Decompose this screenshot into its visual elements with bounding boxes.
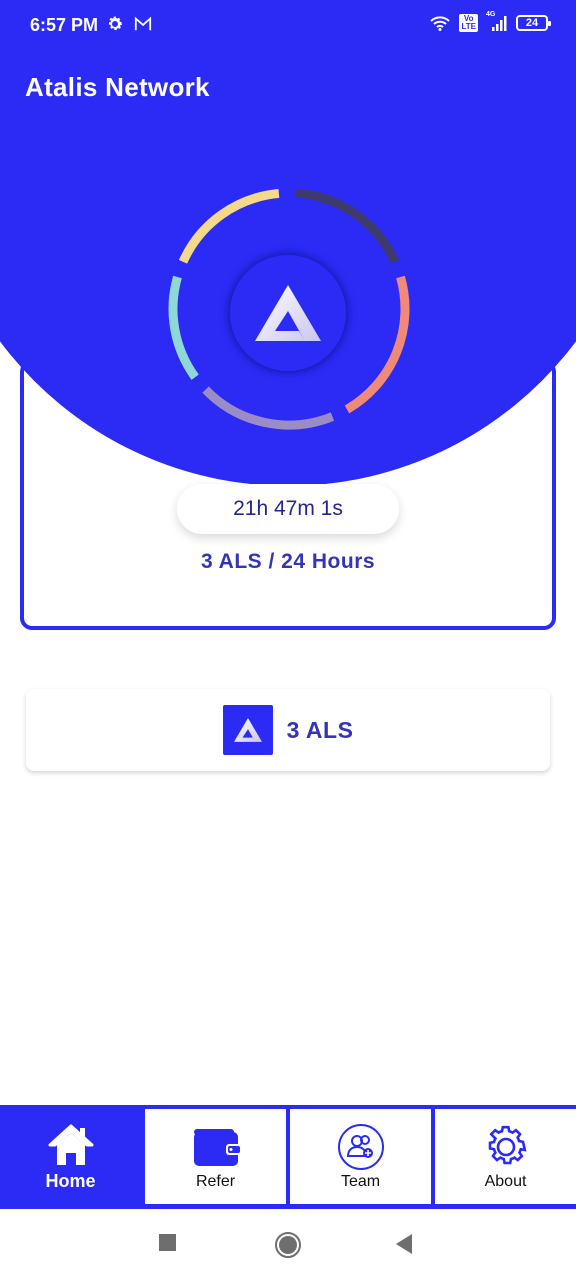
home-icon (48, 1124, 93, 1165)
team-add-icon (337, 1123, 384, 1170)
nav-label-team: Team (340, 1172, 381, 1190)
ring-segment-dark (294, 188, 400, 264)
signal-icon: 4G (486, 11, 508, 31)
mine-button[interactable] (230, 255, 346, 371)
app-screen: 6:57 PM Vo LTE 4G 24 Atalis Network 21h … (0, 0, 576, 1280)
nav-tab-refer[interactable]: Refer (145, 1109, 286, 1204)
ring-segment-purple (202, 386, 335, 430)
ring-segment-orange (344, 275, 410, 414)
wallet-icon (193, 1128, 240, 1166)
system-navigation-bar (0, 1209, 576, 1280)
nav-label-about: About (484, 1172, 527, 1190)
nav-tab-team[interactable]: Team (290, 1109, 431, 1204)
volte-icon: Vo LTE (459, 14, 478, 32)
status-icons: Vo LTE 4G 24 (429, 11, 551, 32)
back-button[interactable] (394, 1233, 414, 1255)
nav-label-refer: Refer (195, 1172, 236, 1190)
gmail-icon (134, 16, 152, 31)
balance-logo (222, 705, 273, 755)
atalis-logo-icon (255, 285, 321, 341)
recents-button[interactable] (158, 1233, 178, 1253)
balance-card: 3 ALS (26, 689, 550, 771)
nav-tab-home[interactable]: Home (0, 1109, 141, 1204)
mining-timer: 21h 47m 1s (177, 484, 399, 534)
balance-amount: 3 ALS (286, 716, 354, 743)
status-time: 6:57 PM (30, 15, 99, 35)
ring-segment-teal (168, 275, 199, 380)
bottom-navigation: Home Refer Team About (0, 1105, 576, 1209)
mining-rate: 3 ALS / 24 Hours (200, 550, 376, 573)
settings-gear-icon (109, 16, 123, 30)
app-title: Atalis Network (25, 72, 210, 102)
battery-icon: 24 (516, 15, 551, 31)
nav-label-home: Home (45, 1171, 96, 1191)
atalis-logo-icon (233, 718, 262, 742)
status-bar: 6:57 PM Vo LTE 4G 24 (0, 0, 576, 52)
nav-tab-about[interactable]: About (435, 1109, 576, 1204)
ring-segment-yellow (178, 188, 280, 264)
gear-icon (488, 1125, 526, 1164)
wifi-icon (430, 16, 451, 31)
home-button[interactable] (274, 1231, 302, 1259)
